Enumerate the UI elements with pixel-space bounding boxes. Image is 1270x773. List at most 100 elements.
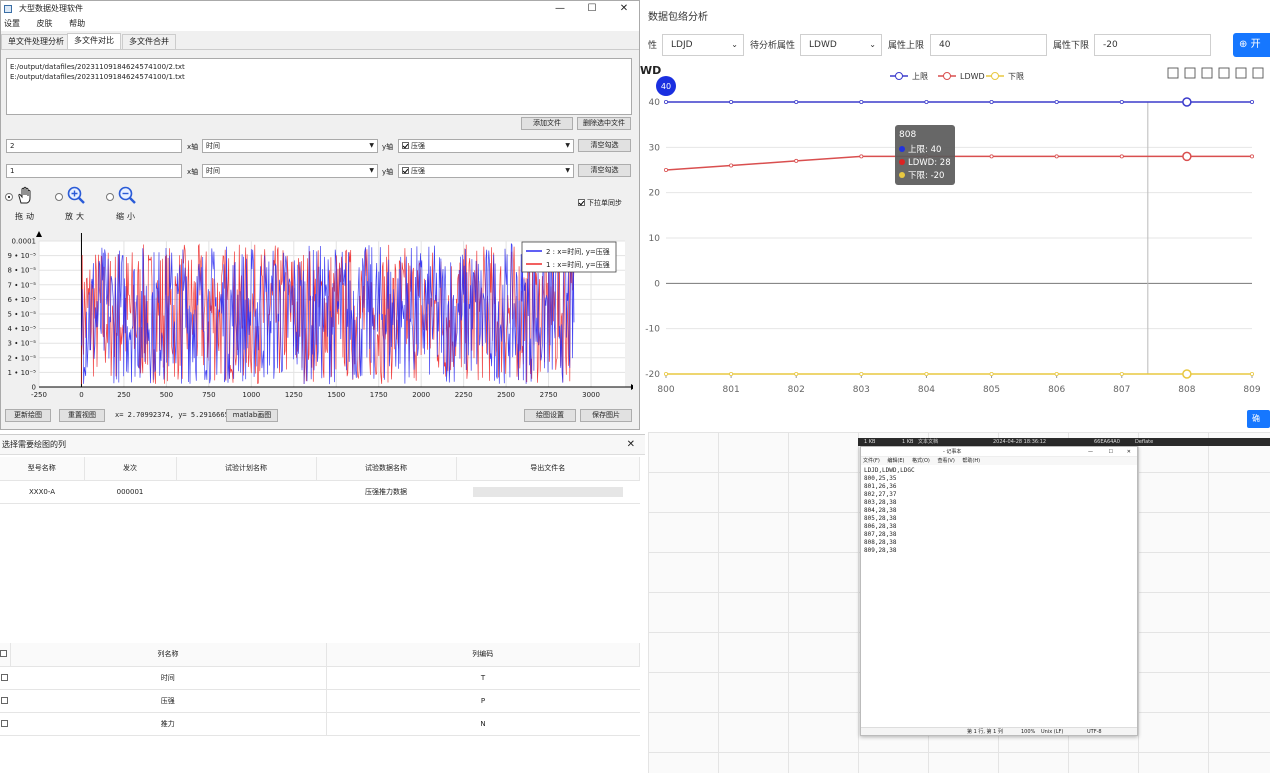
data-point xyxy=(1054,371,1059,376)
clear-selection-button[interactable]: 清空勾选 xyxy=(578,139,631,152)
tooltip-dot xyxy=(899,172,905,178)
attribute-select[interactable]: LDJD ⌄ xyxy=(662,34,744,56)
hand-icon[interactable] xyxy=(15,185,35,205)
x-tick-label: 1750 xyxy=(370,391,388,399)
analyze-attribute-select[interactable]: LDWD ⌄ xyxy=(800,34,882,56)
pressure-compare-chart[interactable]: 0 1 • 10⁻⁵ 2 • 10⁻⁵ 3 • 10⁻⁵ 4 • 10⁻⁵ 5 • 10⁻… xyxy=(5,229,633,407)
tooltip-dot xyxy=(899,159,905,165)
sync-checkbox[interactable]: 下拉单同步 xyxy=(578,198,622,208)
column-row-thrust[interactable]: 推力 N xyxy=(0,712,640,736)
row-checkbox[interactable] xyxy=(0,696,8,704)
zoom-out-radio[interactable] xyxy=(106,193,114,201)
data-point xyxy=(1119,100,1124,105)
data-point xyxy=(729,100,734,105)
y-tick-label: 3 • 10⁻⁵ xyxy=(8,340,37,348)
menu-edit[interactable]: 编辑(E) xyxy=(887,458,904,464)
tool-label-zoom-in: 放大 xyxy=(65,212,87,221)
tab-single-file[interactable]: 单文件处理分析 xyxy=(1,34,71,49)
clear-selection-button[interactable]: 清空勾选 xyxy=(578,164,631,177)
y-tick-label: 1 • 10⁻⁵ xyxy=(8,369,37,377)
checkbox-icon xyxy=(402,142,409,149)
window-title: 大型数据处理软件 xyxy=(19,4,83,13)
header-test-data: 试验数据名称 xyxy=(316,457,457,481)
save-image-button[interactable]: 保存图片 xyxy=(580,409,632,422)
start-button[interactable]: ⊕ 开 xyxy=(1233,33,1270,57)
x-axis-select[interactable]: 时间 ▼ xyxy=(202,164,378,178)
minimize-icon[interactable]: — xyxy=(545,1,575,17)
list-item[interactable]: E:/output/datafiles/20231109184624574100… xyxy=(10,62,628,72)
column-row-time[interactable]: 时间 T xyxy=(0,666,640,690)
menu-file[interactable]: 文件(F) xyxy=(863,458,880,464)
reset-view-button[interactable]: 重置视图 xyxy=(59,409,105,422)
x-tick-label: 1000 xyxy=(242,391,260,399)
confirm-button[interactable]: 确 xyxy=(1247,410,1270,428)
archive-info-bar: 1 KB 1 KB 文本文档 2024-04-28 18:36:12 66EA6… xyxy=(858,438,1270,446)
update-plot-button[interactable]: 更新绘图 xyxy=(5,409,51,422)
x-tick-label: 800 xyxy=(657,385,674,395)
x-tick-label: 500 xyxy=(160,391,173,399)
file-id-field[interactable]: 1 xyxy=(6,164,182,178)
menu-settings[interactable]: 设置 xyxy=(4,19,20,28)
row-checkbox[interactable] xyxy=(0,719,8,727)
icon-shape xyxy=(1218,67,1230,79)
coordinate-readout: x= 2.70992374, y= 5.29166651 xyxy=(115,411,234,419)
zoom-in-icon[interactable] xyxy=(66,185,86,205)
list-item[interactable]: E:/output/datafiles/20231109184624574100… xyxy=(10,72,628,82)
page-title: 数据包络分析 xyxy=(648,12,708,23)
data-point xyxy=(924,100,929,105)
close-icon[interactable]: ✕ xyxy=(627,435,635,455)
menu-help[interactable]: 帮助(H) xyxy=(962,458,980,464)
upper-limit-input[interactable]: 40 xyxy=(930,34,1047,56)
maximize-icon[interactable]: ☐ xyxy=(577,1,607,17)
y-axis-select[interactable]: 压强 ▼ xyxy=(398,164,574,178)
close-icon[interactable]: ✕ xyxy=(1127,447,1131,457)
zoom-out-icon[interactable] xyxy=(117,185,137,205)
y-tick-label: 6 • 10⁻⁵ xyxy=(8,296,37,304)
data-point xyxy=(1054,100,1059,105)
maximize-icon[interactable]: ☐ xyxy=(1109,447,1113,457)
matlab-plot-button[interactable]: matlab画图 xyxy=(226,409,278,422)
menu-view[interactable]: 查看(V) xyxy=(937,458,954,464)
tab-multi-compare[interactable]: 多文件对比 xyxy=(67,33,121,49)
notepad-window[interactable]: - 记事本 — ☐ ✕ 文件(F) 编辑(E) 格式(O) 查看(V) 帮助(H… xyxy=(860,446,1138,736)
data-point xyxy=(989,100,994,105)
data-point xyxy=(729,163,734,168)
tab-multi-merge[interactable]: 多文件合并 xyxy=(122,34,176,49)
plot-settings-button[interactable]: 绘图设置 xyxy=(524,409,576,422)
select-all-checkbox[interactable] xyxy=(0,650,8,658)
legend-marker xyxy=(991,72,999,80)
file-list[interactable]: E:/output/datafiles/20231109184624574100… xyxy=(6,58,632,115)
header-column-code: 列编码 xyxy=(326,643,640,667)
text-line: 800,25,35 xyxy=(864,475,897,482)
tooltip-row: 上限: 40 xyxy=(908,145,941,155)
icon-shape xyxy=(1252,67,1264,79)
notepad-text-area[interactable]: LDJD,LDWD,LDGC 800,25,35 801,26,36 802,27,3… xyxy=(861,465,1137,557)
text-line: 807,28,38 xyxy=(864,531,897,538)
add-file-button[interactable]: 添加文件 xyxy=(521,117,573,130)
dialog-titlebar: 选择需要绘图的列 ✕ xyxy=(0,435,645,455)
zoom-in-radio[interactable] xyxy=(55,193,63,201)
menu-skin[interactable]: 皮肤 xyxy=(37,19,53,28)
minimize-icon[interactable]: — xyxy=(1088,447,1093,457)
file-id-field[interactable]: 2 xyxy=(6,139,182,153)
row-checkbox[interactable] xyxy=(0,673,8,681)
menu-help[interactable]: 帮助 xyxy=(69,19,85,28)
table-row[interactable]: XXX0-A 000001 压强推力数据 xyxy=(0,480,640,504)
test-info-table: 型号名称 发次 试验计划名称 试验数据名称 导出文件名 XXX0-A 00000… xyxy=(0,457,640,504)
data-point xyxy=(663,100,668,105)
envelope-line-chart[interactable]: -20 -10 0 10 20 30 40 800 801 802 803 804 805 806 807 8… xyxy=(640,62,1270,402)
legend-label: 上限 xyxy=(912,72,928,81)
data-point xyxy=(794,100,799,105)
x-axis-select[interactable]: 时间 ▼ xyxy=(202,139,378,153)
y-axis-select[interactable]: 压强 ▼ xyxy=(398,139,574,153)
y-tick-label: 2 • 10⁻⁵ xyxy=(8,354,37,362)
pan-radio[interactable] xyxy=(5,193,13,201)
x-axis-arrow xyxy=(631,384,633,390)
tool-label-zoom-out: 缩小 xyxy=(116,212,138,221)
y-tick-label: 20 xyxy=(649,189,661,199)
delete-selected-button[interactable]: 删除选中文件 xyxy=(577,117,631,130)
close-icon[interactable]: ✕ xyxy=(609,1,639,17)
menu-format[interactable]: 格式(O) xyxy=(912,458,930,464)
column-row-pressure[interactable]: 压强 P xyxy=(0,689,640,713)
lower-limit-input[interactable]: -20 xyxy=(1094,34,1211,56)
